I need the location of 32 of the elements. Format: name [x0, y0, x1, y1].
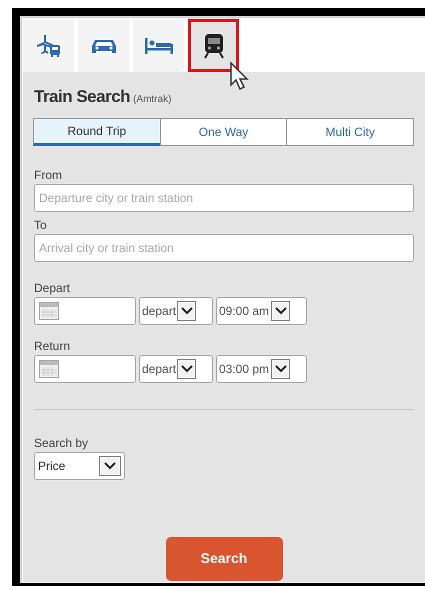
calendar-icon [39, 302, 59, 320]
field-label: From [34, 166, 63, 184]
train-icon [202, 32, 224, 58]
cursor-icon [229, 61, 251, 91]
dropdown-icon [104, 462, 116, 470]
search-button[interactable]: Search [166, 536, 282, 580]
trip-type-tab[interactable]: One Way [160, 118, 288, 146]
plane-bus-icon [36, 34, 62, 58]
city-input[interactable]: Arrival city or train station [34, 234, 414, 262]
field-label: To [34, 216, 48, 234]
bed-icon [144, 36, 174, 54]
time-select[interactable]: 09:00 am [216, 296, 307, 324]
time-select[interactable]: 03:00 pm [216, 354, 307, 382]
trip-type-tab[interactable]: Multi City [286, 118, 414, 146]
dropdown-icon [180, 364, 193, 372]
field-label: Return [34, 338, 72, 354]
dropdown-icon [274, 306, 287, 314]
calendar-icon [39, 360, 59, 378]
date-input[interactable] [34, 354, 136, 382]
dropdown-icon [274, 364, 287, 372]
city-input[interactable]: Departure city or train station [34, 184, 414, 212]
form-title: Train Search [34, 86, 130, 108]
sort-select[interactable]: Price [34, 452, 125, 480]
date-input[interactable] [34, 296, 136, 324]
form-subtitle: (Amtrak) [133, 93, 172, 107]
mode-select[interactable]: depart [139, 296, 213, 324]
field-label: Depart [34, 280, 72, 296]
field-label: Search by [34, 434, 90, 452]
category-tab[interactable] [188, 19, 239, 72]
dropdown-icon [180, 306, 193, 314]
mode-select[interactable]: depart [139, 354, 213, 382]
trip-type-tab[interactable]: Round Trip [33, 118, 161, 146]
